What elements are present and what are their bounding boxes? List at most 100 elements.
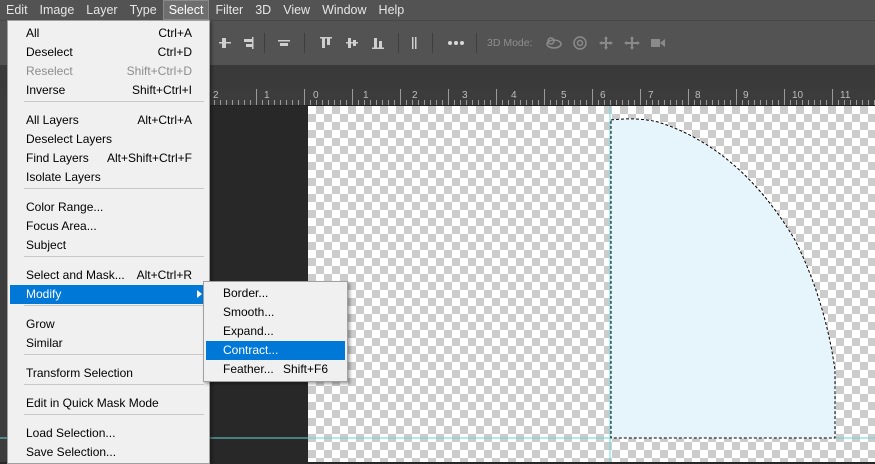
toolbar-separator — [264, 33, 265, 53]
menu-item-label: Edit in Quick Mask Mode — [26, 396, 159, 410]
menu-item-all-layers[interactable]: All Layers Alt+Ctrl+A — [10, 111, 206, 130]
menu-item-shortcut: Shift+Ctrl+D — [126, 64, 192, 78]
menu-item-save-selection[interactable]: Save Selection... — [10, 443, 206, 462]
drag-3d-icon[interactable] — [596, 33, 616, 53]
menu-3d[interactable]: 3D — [249, 0, 277, 20]
menu-item-shortcut: Alt+Shift+Ctrl+F — [106, 151, 192, 165]
submenu-item-label: Contract... — [223, 343, 279, 357]
3d-mode-label: 3D Mode: — [487, 37, 533, 49]
menu-item-label: Modify — [26, 287, 62, 301]
ruler-label: 1 — [363, 90, 369, 101]
menu-item-label: Reselect — [26, 64, 73, 78]
ruler-label: 5 — [561, 90, 567, 101]
menu-item-all[interactable]: All Ctrl+A — [10, 24, 206, 43]
ruler-label: 10 — [792, 90, 804, 101]
menu-item-modify[interactable]: Modify — [10, 285, 206, 304]
menu-separator — [24, 188, 204, 189]
toolbar-separator — [304, 33, 305, 53]
align-bottom-edges-icon[interactable] — [368, 33, 388, 53]
document-canvas[interactable] — [308, 106, 875, 462]
submenu-item-shortcut: Shift+F6 — [282, 362, 328, 376]
toolbar-separator — [398, 33, 399, 53]
ruler-label: 2 — [213, 90, 219, 101]
menu-item-label: All — [26, 26, 40, 40]
menu-item-transform-selection[interactable]: Transform Selection — [10, 364, 206, 383]
menu-item-color-range[interactable]: Color Range... — [10, 198, 206, 217]
menu-type[interactable]: Type — [124, 0, 163, 20]
distribute-icon[interactable] — [404, 33, 424, 53]
toolbar-separator — [476, 33, 477, 53]
submenu-item-contract[interactable]: Contract... — [206, 341, 345, 360]
menu-item-load-selection[interactable]: Load Selection... — [10, 424, 206, 443]
menu-item-reselect[interactable]: Reselect Shift+Ctrl+D — [10, 62, 206, 81]
menu-item-grow[interactable]: Grow — [10, 315, 206, 334]
menu-separator — [24, 305, 204, 306]
menu-item-select-and-mask[interactable]: Select and Mask... Alt+Ctrl+R — [10, 266, 206, 285]
menu-item-deselect[interactable]: Deselect Ctrl+D — [10, 43, 206, 62]
menu-window[interactable]: Window — [316, 0, 372, 20]
menu-item-deselect-layers[interactable]: Deselect Layers — [10, 130, 206, 149]
menu-help[interactable]: Help — [373, 0, 411, 20]
menu-item-label: Deselect — [26, 45, 73, 59]
scale-3d-icon[interactable] — [648, 33, 668, 53]
menu-item-isolate-layers[interactable]: Isolate Layers — [10, 168, 206, 187]
menu-item-edit-in-quick-mask-mode[interactable]: Edit in Quick Mask Mode — [10, 394, 206, 413]
align-horizontal-centers-icon[interactable] — [239, 33, 259, 53]
ruler-label: 11 — [840, 90, 851, 101]
ruler-label: 4 — [511, 90, 517, 101]
menu-image[interactable]: Image — [34, 0, 81, 20]
menu-item-label: Color Range... — [26, 200, 104, 214]
align-vertical-centers-icon[interactable] — [342, 33, 362, 53]
toolbar-separator — [432, 33, 433, 53]
submenu-item-smooth[interactable]: Smooth... — [206, 303, 345, 322]
menu-select[interactable]: Select — [162, 0, 210, 20]
menu-separator — [24, 384, 204, 385]
menu-item-subject[interactable]: Subject — [10, 236, 206, 255]
menu-item-shortcut: Ctrl+D — [157, 45, 192, 59]
ruler-label: 7 — [648, 90, 654, 101]
menu-filter[interactable]: Filter — [209, 0, 249, 20]
modify-submenu: Border... Smooth... Expand... Contract... Fe… — [203, 281, 348, 382]
menu-item-label: Transform Selection — [26, 366, 133, 380]
menu-item-label: Inverse — [26, 83, 66, 97]
roll-3d-icon[interactable] — [570, 33, 590, 53]
menu-view[interactable]: View — [277, 0, 316, 20]
menu-edit[interactable]: Edit — [0, 0, 34, 20]
slide-3d-icon[interactable] — [622, 33, 642, 53]
menu-item-label: Similar — [26, 336, 63, 350]
align-right-edges-icon[interactable] — [274, 33, 294, 53]
menu-item-shortcut: Alt+Ctrl+A — [137, 113, 192, 127]
select-menu: All Ctrl+A Deselect Ctrl+D Reselect Shift+Ctr… — [7, 20, 210, 464]
ruler-label: 1 — [264, 90, 270, 101]
menu-item-find-layers[interactable]: Find Layers Alt+Shift+Ctrl+F — [10, 149, 206, 168]
menu-item-label: All Layers — [26, 113, 79, 127]
submenu-item-feather[interactable]: Feather... Shift+F6 — [206, 360, 345, 379]
ruler-label: 8 — [695, 90, 701, 101]
menu-separator — [24, 256, 204, 257]
menu-separator — [24, 354, 204, 355]
menu-item-label: Select and Mask... — [26, 268, 125, 282]
menu-item-label: Grow — [26, 317, 55, 331]
menu-item-similar[interactable]: Similar — [10, 334, 206, 353]
menu-item-label: Deselect Layers — [26, 132, 113, 146]
menu-item-inverse[interactable]: Inverse Shift+Ctrl+I — [10, 81, 206, 100]
menu-item-label: Load Selection... — [26, 426, 116, 440]
submenu-arrow-icon — [197, 290, 202, 298]
orbit-3d-icon[interactable] — [544, 33, 564, 53]
menu-item-shortcut: Alt+Ctrl+R — [136, 268, 192, 282]
submenu-item-expand[interactable]: Expand... — [206, 322, 345, 341]
submenu-item-label: Smooth... — [223, 305, 275, 319]
ruler-label: 6 — [600, 90, 606, 101]
menu-layer[interactable]: Layer — [80, 0, 123, 20]
menu-item-label: Focus Area... — [26, 219, 97, 233]
more-options-icon[interactable] — [446, 33, 466, 53]
ruler-label: 0 — [313, 90, 319, 101]
align-top-edges-icon[interactable] — [316, 33, 336, 53]
menu-item-label: Find Layers — [26, 151, 89, 165]
menu-item-focus-area[interactable]: Focus Area... — [10, 217, 206, 236]
ruler-label: 9 — [743, 90, 749, 101]
submenu-item-border[interactable]: Border... — [206, 284, 345, 303]
align-left-edges-icon[interactable] — [215, 33, 235, 53]
submenu-item-label: Border... — [223, 286, 269, 300]
submenu-item-label: Feather... — [223, 362, 274, 376]
